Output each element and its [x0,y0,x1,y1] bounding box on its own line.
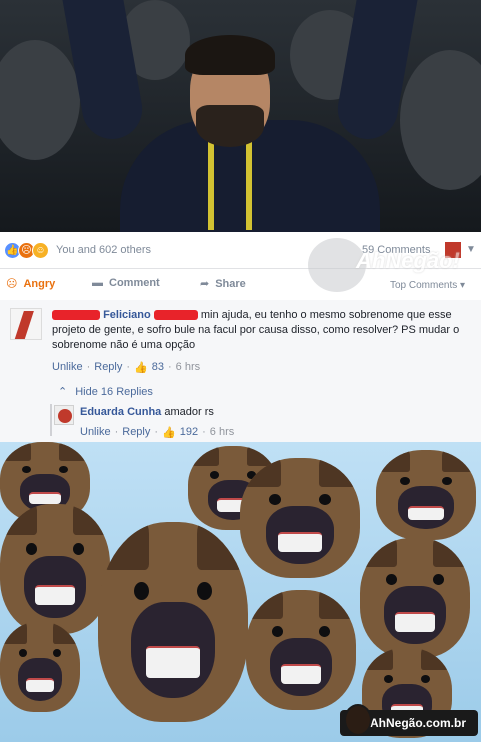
redaction-mark [52,310,100,321]
brand-mascot-icon [344,704,372,736]
share-label: Share [215,277,246,290]
comment-meta: Unlike · Reply · 👍 83 · 6 hrs [52,361,200,374]
comment-icon: ▬ [92,277,103,289]
avatar[interactable] [54,405,74,425]
separator-dot: · [114,426,119,438]
dog-face [360,538,470,658]
reply-time[interactable]: 6 hrs [210,426,234,439]
unlike-link[interactable]: Unlike [52,361,83,374]
chevron-up-icon: ⌃ [58,386,68,398]
haha-reaction-icon: ☺ [32,242,49,259]
avatar-shape [58,409,72,423]
hide-replies-label: Hide 16 Replies [75,385,153,398]
reply-text: amador rs [164,406,214,418]
watermark: AhNegão! [300,236,470,296]
reaction-icons[interactable]: 👍 ☹ ☺ [4,242,49,260]
share-button[interactable]: ➦ Share [200,277,246,291]
angry-icon: ☹ [6,278,18,290]
crowd-person [0,40,80,160]
comment-time[interactable]: 6 hrs [176,361,200,374]
meme-image[interactable] [0,442,481,742]
man-beard [196,105,264,147]
angry-label: Angry [23,277,56,290]
comment-text-block: Feliciano min ajuda, eu tenho o mesmo so… [52,308,474,353]
man-hair [185,35,275,75]
brand-text: AhNegão.com.br [370,716,467,730]
unlike-link[interactable]: Unlike [80,426,111,439]
like-count[interactable]: 83 [152,361,164,374]
reply-link[interactable]: Reply [94,361,122,374]
dog-face [0,622,80,712]
reply-meta: Unlike · Reply · 👍 192 · 6 hrs [80,426,234,439]
dog-face [246,590,356,710]
sash [208,140,252,230]
separator-dot: · [154,426,159,438]
dog-face [240,458,360,578]
share-icon: ➦ [200,278,210,290]
avatar-shape [14,311,34,339]
comment-author[interactable]: Feliciano [103,309,151,321]
thumbs-up-icon: 👍 [162,427,176,439]
comment-label: Comment [109,277,160,289]
post-photo[interactable] [0,0,481,232]
separator-dot: · [86,361,91,373]
reply-text-block: Eduarda Cunha amador rs [80,406,214,418]
dog-face [376,450,476,540]
reply-link[interactable]: Reply [122,426,150,439]
reply-author[interactable]: Eduarda Cunha [80,406,161,418]
dog-face [98,522,248,722]
avatar[interactable] [10,308,42,340]
like-count[interactable]: 192 [180,426,198,439]
dog-face [0,504,110,634]
redaction-mark [153,310,198,321]
comment-button[interactable]: ▬ Comment [92,277,160,289]
crowd-person [400,50,481,190]
separator-dot: · [202,426,206,438]
hide-replies-link[interactable]: ⌃ Hide 16 Replies [58,385,153,399]
thumbs-up-icon: 👍 [134,362,148,374]
angry-button[interactable]: ☹ Angry [6,277,56,291]
thread-line [50,404,52,436]
reactions-summary[interactable]: You and 602 others [56,244,151,256]
separator-dot: · [126,361,131,373]
watermark-text: AhNegão! [356,248,460,273]
comment-thread: Feliciano min ajuda, eu tenho o mesmo so… [0,300,481,442]
separator-dot: · [168,361,172,373]
